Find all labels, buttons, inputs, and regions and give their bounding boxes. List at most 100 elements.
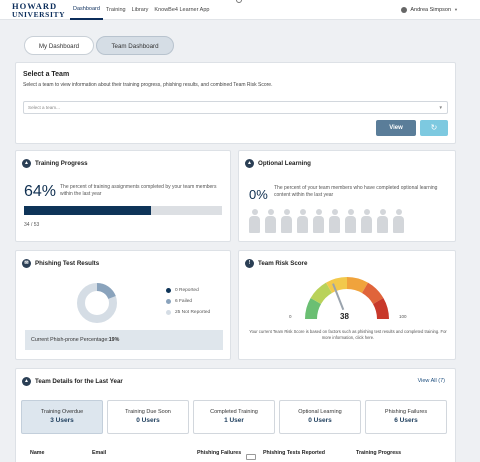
reset-button[interactable]: ↻ xyxy=(420,120,448,136)
stat-training-due-soon[interactable]: Training Due Soon 0 Users xyxy=(107,400,189,434)
gauge-segment xyxy=(326,277,348,294)
phishing-results-header: ✉ Phishing Test Results xyxy=(22,259,99,268)
select-team-title: Select a Team xyxy=(23,71,70,78)
envelope-icon: ✉ xyxy=(22,259,31,268)
person-icon xyxy=(297,209,308,233)
gauge-min-label: 0 xyxy=(289,314,292,319)
team-risk-score-description: Your current Team Risk Score is based on… xyxy=(249,329,447,341)
person-icon xyxy=(345,209,356,233)
optional-learning-description: The percent of your team members who hav… xyxy=(274,185,438,199)
team-details-card: ▲ Team Details for the Last Year View Al… xyxy=(15,368,456,462)
user-menu[interactable]: Andrea Simpson ▼ xyxy=(401,0,458,20)
stat-phishing-failures[interactable]: Phishing Failures 6 Users xyxy=(365,400,447,434)
phishing-legend: 0 Reported 6 Failed 25 Not Reported xyxy=(166,288,210,321)
training-progress-header: ▲ Training Progress xyxy=(22,159,88,168)
stat-value: 1 User xyxy=(224,417,244,424)
nav-dashboard[interactable]: Dashboard xyxy=(70,0,103,20)
howard-university-logo[interactable]: HOWARD UNIVERSITY xyxy=(12,2,65,18)
graduation-cap-icon: ▲ xyxy=(22,377,31,386)
person-icon xyxy=(281,209,292,233)
main-nav: Dashboard Training Library KnowBe4 Learn… xyxy=(70,0,212,20)
training-progress-description: The percent of training assignments comp… xyxy=(60,184,217,198)
caret-down-icon: ▼ xyxy=(454,7,458,12)
phish-prone-percentage: Current Phish-prone Percentage:19% xyxy=(25,330,223,350)
nav-training[interactable]: Training xyxy=(103,0,129,20)
team-select-dropdown[interactable]: Select a team... ▼ xyxy=(23,101,448,114)
gauge-max-label: 100 xyxy=(399,314,407,319)
sort-toggle-icon[interactable] xyxy=(246,454,256,460)
phishing-donut-chart xyxy=(77,283,117,323)
graduation-cap-icon: ▲ xyxy=(22,159,31,168)
stat-completed-training[interactable]: Completed Training 1 User xyxy=(193,400,275,434)
stat-label: Training Overdue xyxy=(40,409,84,415)
legend-dot xyxy=(166,299,171,304)
phishing-results-card: ✉ Phishing Test Results 0 Reported 6 Fai… xyxy=(15,250,231,360)
training-progress-card: ▲ Training Progress 64% The percent of t… xyxy=(15,150,231,242)
team-details-title: Team Details for the Last Year xyxy=(35,378,123,385)
column-header-training-progress[interactable]: Training Progress xyxy=(356,450,401,456)
select-team-card: Select a Team Select a team to view info… xyxy=(15,62,456,144)
nav-learner-app[interactable]: KnowBe4 Learner App xyxy=(151,0,212,20)
stat-value: 3 Users xyxy=(50,417,74,424)
view-all-link[interactable]: View All (7) xyxy=(418,378,445,384)
team-details-header: ▲ Team Details for the Last Year xyxy=(22,377,123,386)
gauge-segment xyxy=(305,298,322,320)
optional-learning-percent: 0% xyxy=(249,187,268,202)
team-select-placeholder: Select a team... xyxy=(28,105,60,110)
chevron-down-icon: ▼ xyxy=(438,105,443,110)
person-icon xyxy=(377,209,388,233)
phishing-results-title: Phishing Test Results xyxy=(35,260,100,267)
legend-failed-label: 6 Failed xyxy=(175,299,193,304)
optional-learning-title: Optional Learning xyxy=(258,160,311,167)
team-risk-score-header: ! Team Risk Score xyxy=(245,259,307,268)
legend-reported: 0 Reported xyxy=(166,288,210,293)
person-icon xyxy=(313,209,324,233)
warning-icon: ! xyxy=(245,259,254,268)
gauge-segment xyxy=(361,282,384,305)
stat-label: Optional Learning xyxy=(298,409,342,415)
tab-team-dashboard[interactable]: Team Dashboard xyxy=(96,36,174,55)
graduation-cap-icon: ▲ xyxy=(245,159,254,168)
column-header-name[interactable]: Name xyxy=(30,450,44,456)
training-progress-bar xyxy=(24,206,222,215)
column-header-phishing-tests-reported[interactable]: Phishing Tests Reported xyxy=(263,450,325,456)
person-icon xyxy=(393,209,404,233)
training-progress-bar-fill xyxy=(24,206,151,215)
team-risk-score-card: ! Team Risk Score 0 100 38 Your current … xyxy=(238,250,456,360)
stat-optional-learning[interactable]: Optional Learning 0 Users xyxy=(279,400,361,434)
person-icon xyxy=(361,209,372,233)
stat-value: 0 Users xyxy=(136,417,160,424)
person-icon xyxy=(249,209,260,233)
optional-learning-card: ▲ Optional Learning 0% The percent of yo… xyxy=(238,150,456,242)
stat-label: Completed Training xyxy=(210,409,258,415)
optional-learning-header: ▲ Optional Learning xyxy=(245,159,311,168)
stat-label: Phishing Failures xyxy=(384,409,428,415)
column-header-email[interactable]: Email xyxy=(92,450,106,456)
training-progress-title: Training Progress xyxy=(35,160,88,167)
legend-dot xyxy=(166,288,171,293)
user-icon xyxy=(401,7,408,13)
select-team-description: Select a team to view information about … xyxy=(23,82,273,88)
view-button[interactable]: View xyxy=(376,120,416,136)
training-progress-percent: 64% xyxy=(24,183,57,200)
person-icon xyxy=(265,209,276,233)
stat-training-overdue[interactable]: Training Overdue 3 Users xyxy=(21,400,103,434)
phish-prone-label: Current Phish-prone Percentage: xyxy=(31,337,109,343)
column-header-phishing-failures[interactable]: Phishing Failures xyxy=(197,450,241,456)
team-stats: Training Overdue 3 Users Training Due So… xyxy=(21,400,447,434)
refresh-icon: ↻ xyxy=(430,123,438,132)
gauge-segment xyxy=(346,277,368,294)
gauge-value: 38 xyxy=(340,312,349,321)
gauge-segment xyxy=(310,282,333,305)
stat-label: Training Due Soon xyxy=(125,409,171,415)
tab-my-dashboard[interactable]: My Dashboard xyxy=(24,36,94,55)
nav-library[interactable]: Library xyxy=(129,0,152,20)
legend-failed: 6 Failed xyxy=(166,299,210,304)
legend-reported-label: 0 Reported xyxy=(175,288,199,293)
stat-value: 6 Users xyxy=(394,417,418,424)
donut-failed-segment xyxy=(96,283,116,300)
phish-prone-value: 19% xyxy=(108,337,120,343)
user-name: Andrea Simpson xyxy=(410,7,452,13)
gauge-segment xyxy=(372,298,389,320)
stat-value: 0 Users xyxy=(308,417,332,424)
